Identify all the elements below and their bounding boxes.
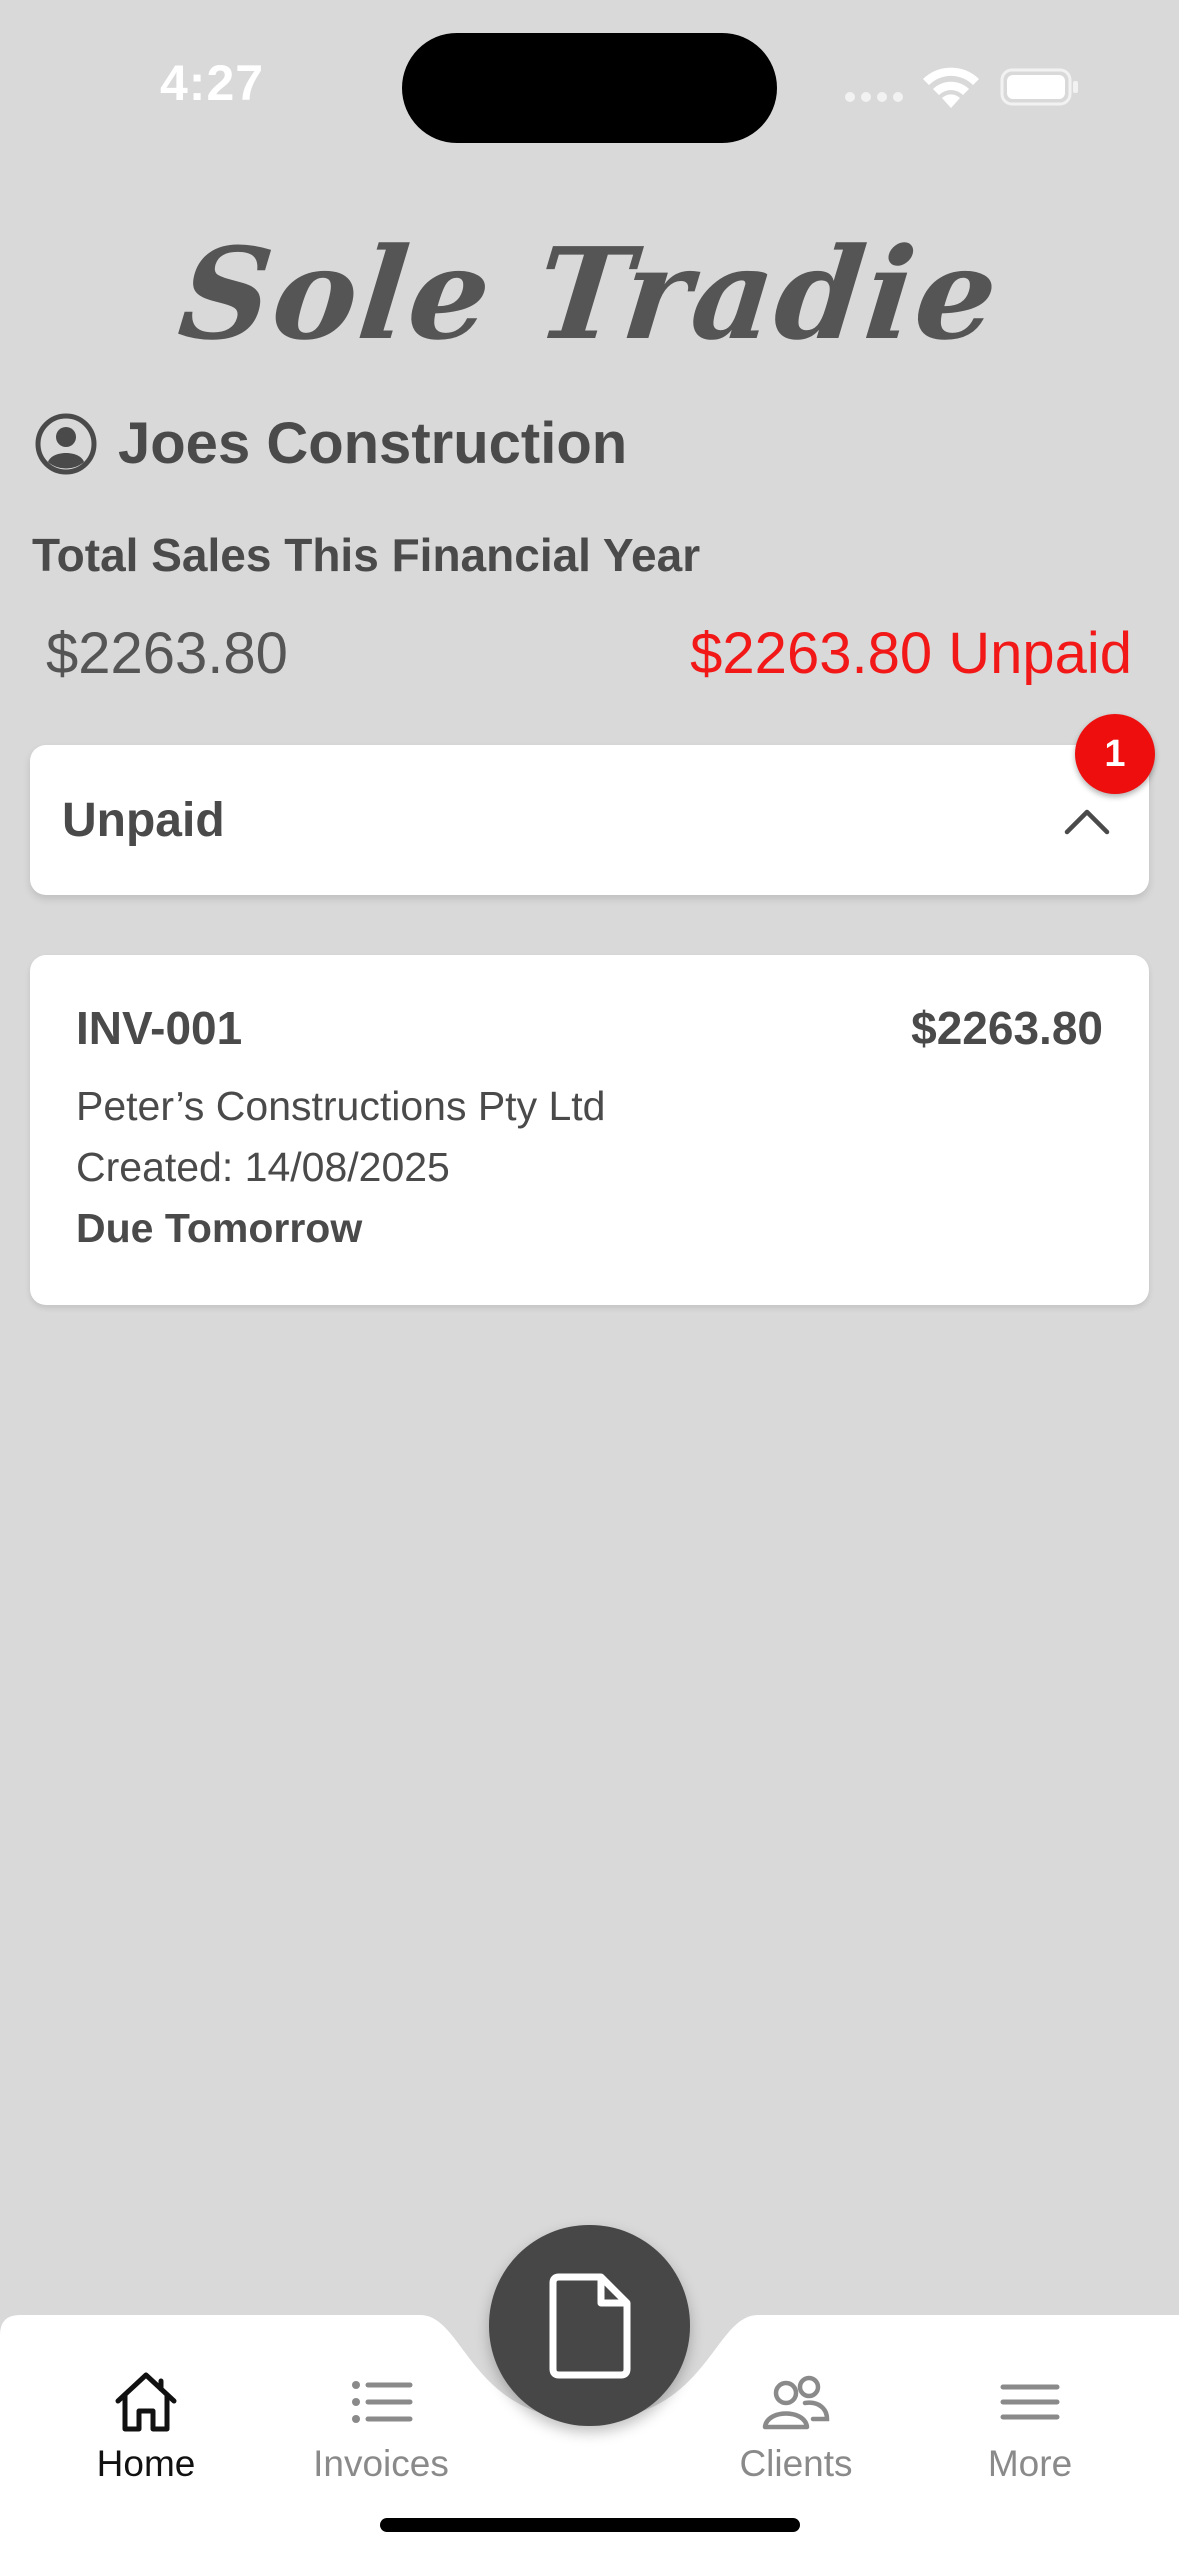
chevron-up-icon bbox=[1064, 809, 1110, 835]
user-circle-icon bbox=[35, 413, 97, 474]
invoice-due-status: Due Tomorrow bbox=[76, 1205, 363, 1251]
app-logo-title: Sole Tradie bbox=[172, 220, 1007, 368]
people-icon bbox=[762, 2375, 830, 2430]
document-icon bbox=[549, 2273, 630, 2378]
home-indicator bbox=[380, 2518, 800, 2532]
invoice-amount: $2263.80 bbox=[911, 1002, 1103, 1054]
list-icon bbox=[352, 2381, 413, 2423]
new-invoice-button[interactable] bbox=[489, 2225, 690, 2426]
invoice-number: INV-001 bbox=[76, 1002, 243, 1054]
invoice-card[interactable]: INV-001 $2263.80 Peter’s Constructions P… bbox=[30, 955, 1149, 1305]
company-header: Joes Construction bbox=[34, 410, 627, 477]
tab-invoices-label: Invoices bbox=[313, 2443, 449, 2484]
tab-clients-label: Clients bbox=[739, 2443, 853, 2484]
house-icon bbox=[115, 2372, 177, 2432]
total-sales-amount: $2263.80 bbox=[46, 621, 288, 686]
invoice-client: Peter’s Constructions Pty Ltd bbox=[76, 1083, 606, 1129]
dynamic-island bbox=[402, 33, 777, 143]
tab-home[interactable]: Home bbox=[46, 2365, 246, 2485]
wifi-icon bbox=[923, 67, 979, 108]
total-sales-label: Total Sales This Financial Year bbox=[32, 529, 701, 581]
tab-more[interactable]: More bbox=[930, 2365, 1130, 2485]
unpaid-section-title: Unpaid bbox=[62, 793, 225, 847]
company-name: Joes Construction bbox=[118, 411, 628, 476]
invoice-created-date: Created: 14/08/2025 bbox=[76, 1144, 450, 1190]
unpaid-section-toggle[interactable]: Unpaid bbox=[30, 745, 1149, 895]
tab-invoices[interactable]: Invoices bbox=[281, 2365, 481, 2485]
tab-home-label: Home bbox=[96, 2443, 196, 2484]
battery-icon bbox=[1000, 68, 1078, 106]
menu-icon bbox=[1000, 2384, 1060, 2420]
unpaid-count-badge: 1 bbox=[1075, 714, 1155, 794]
tab-clients[interactable]: Clients bbox=[696, 2365, 896, 2485]
cellular-signal-icon bbox=[845, 92, 903, 102]
tab-more-label: More bbox=[987, 2443, 1073, 2484]
unpaid-amount: $2263.80 Unpaid bbox=[690, 621, 1132, 686]
status-time: 4:27 bbox=[160, 55, 265, 111]
